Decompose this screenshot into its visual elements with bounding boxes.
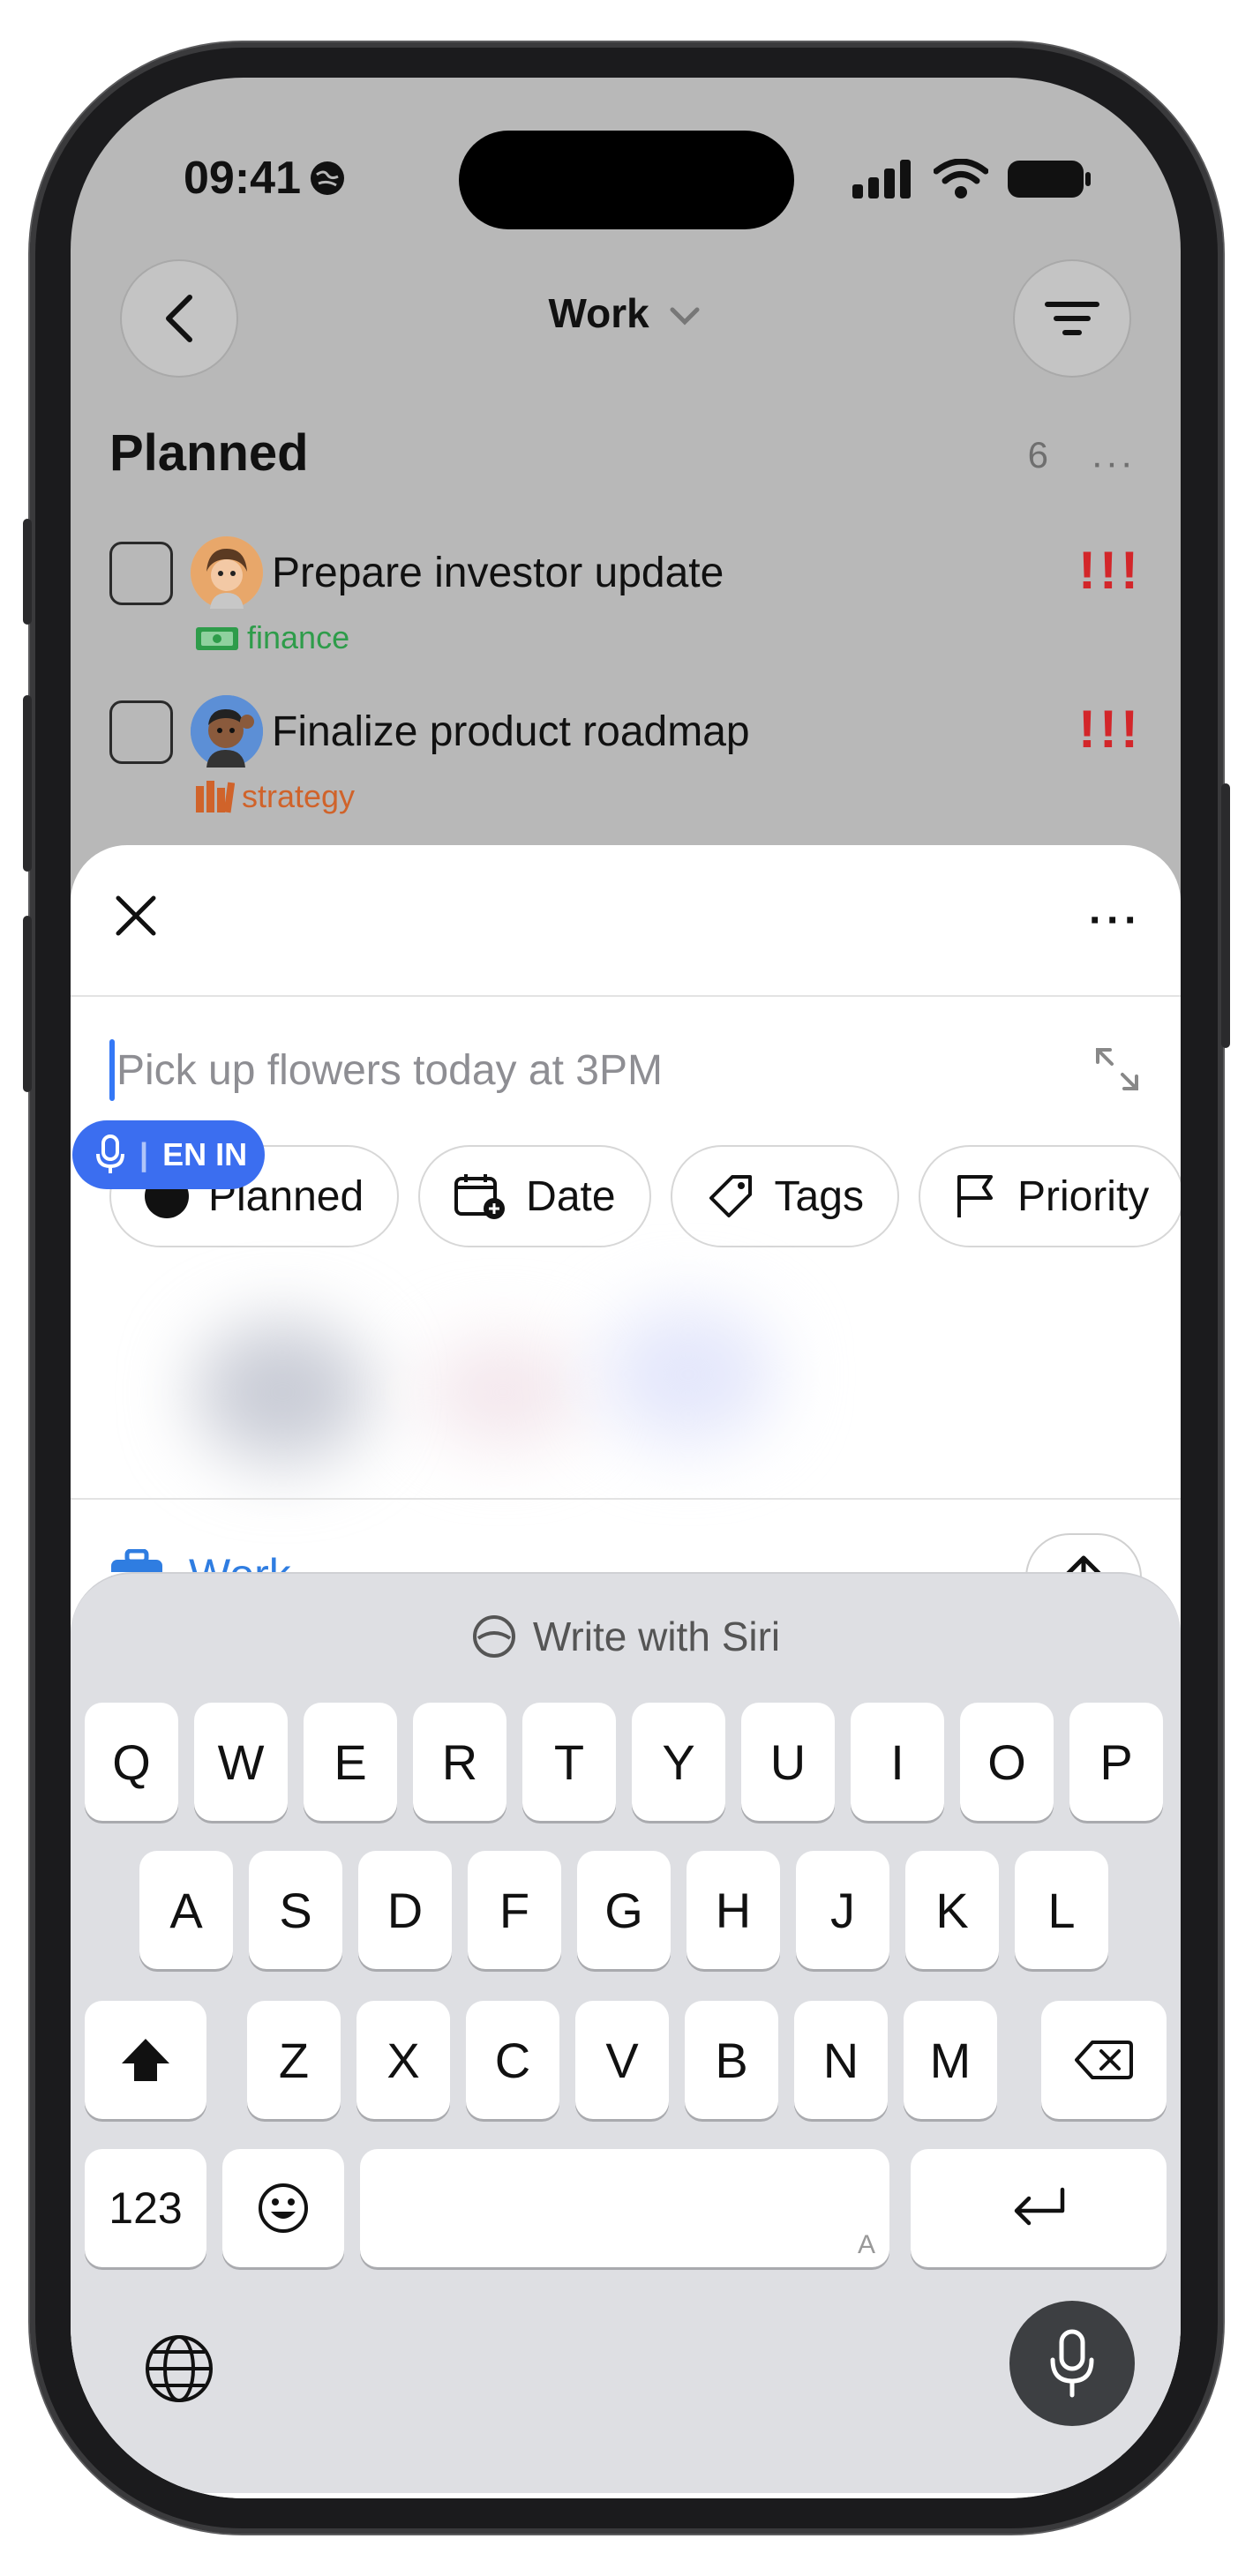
task-row[interactable]: Finalize product roadmap strategy !!! [109, 683, 1142, 824]
key-k[interactable]: K [905, 1851, 999, 1969]
key-d[interactable]: D [358, 1851, 452, 1969]
key-r[interactable]: R [413, 1703, 506, 1821]
write-with-siri-button[interactable]: Write with Siri [71, 1613, 1181, 1660]
blur-decoration [194, 1322, 371, 1463]
filter-lines-icon [1045, 302, 1099, 335]
space-hint: A [857, 2230, 875, 2259]
key-t[interactable]: T [522, 1703, 616, 1821]
microphone-icon [1050, 2329, 1094, 2398]
avatar [191, 695, 263, 768]
attribute-chips: Planned Date Tags Priority [109, 1145, 1181, 1247]
key-a[interactable]: A [139, 1851, 233, 1969]
key-z[interactable]: Z [247, 2001, 341, 2119]
key-g[interactable]: G [577, 1851, 671, 1969]
writing-tools-icon [472, 1615, 515, 1658]
flag-icon [957, 1175, 993, 1217]
chip-tags[interactable]: Tags [670, 1145, 899, 1247]
divider [71, 995, 1181, 997]
money-icon [196, 627, 238, 650]
globe-icon[interactable] [143, 2333, 215, 2405]
microphone-icon [96, 1134, 124, 1173]
key-l[interactable]: L [1015, 1851, 1108, 1969]
memoji-avatar-icon [191, 695, 263, 768]
return-arrow-icon [1014, 2187, 1065, 2226]
volume-down-button [23, 916, 32, 1092]
task-title: Prepare investor update [272, 550, 724, 596]
dictation-language: EN IN [162, 1136, 248, 1172]
blur-decoration [424, 1339, 582, 1445]
status-time: 09:41 [184, 152, 347, 205]
key-o[interactable]: O [960, 1703, 1054, 1821]
section-title: Planned [109, 424, 309, 482]
wifi-icon [934, 159, 988, 198]
key-u[interactable]: U [741, 1703, 835, 1821]
shift-arrow-icon [122, 2039, 169, 2081]
dynamic-island [459, 131, 794, 229]
key-m[interactable]: M [904, 2001, 997, 2119]
key-j[interactable]: J [796, 1851, 889, 1969]
numbers-key[interactable]: 123 [85, 2149, 206, 2267]
key-i[interactable]: I [851, 1703, 944, 1821]
shift-key[interactable] [85, 2001, 206, 2119]
books-icon [196, 781, 235, 813]
backspace-icon [1075, 2041, 1133, 2079]
task-count: 6 [1027, 434, 1048, 476]
status-indicators [852, 159, 1092, 199]
section-more-button[interactable]: ··· [1091, 441, 1135, 485]
key-f[interactable]: F [468, 1851, 561, 1969]
battery-icon [1008, 161, 1091, 198]
avatar [191, 536, 263, 609]
memoji-avatar-icon [191, 536, 263, 609]
volume-up-button [23, 695, 32, 872]
chevron-down-icon [670, 307, 700, 326]
emoji-key[interactable] [222, 2149, 344, 2267]
calendar-add-icon [454, 1174, 506, 1219]
page-title: Work [548, 290, 649, 336]
task-tag[interactable]: finance [194, 619, 349, 656]
emoji-icon [259, 2183, 308, 2233]
dictation-button[interactable] [1009, 2301, 1135, 2426]
priority-indicator: !!! [1078, 700, 1142, 759]
key-p[interactable]: P [1069, 1703, 1163, 1821]
power-button [1221, 783, 1230, 1048]
keyboard: Write with Siri 123 A QWERTYUIOPASDFGHJK… [71, 1572, 1181, 2493]
key-y[interactable]: Y [632, 1703, 725, 1821]
task-input-placeholder: Pick up flowers today at 3PM [116, 1047, 663, 1094]
return-key[interactable] [911, 2149, 1167, 2267]
key-b[interactable]: B [685, 2001, 778, 2119]
key-h[interactable]: H [687, 1851, 780, 1969]
priority-indicator: !!! [1078, 541, 1142, 600]
task-checkbox[interactable] [109, 542, 173, 605]
tag-icon [709, 1175, 752, 1217]
screen: 09:41 Work Planned 6 ··· Prepare investo… [71, 78, 1181, 2498]
key-s[interactable]: S [249, 1851, 342, 1969]
signal-icon [852, 160, 911, 198]
key-x[interactable]: X [356, 2001, 450, 2119]
key-q[interactable]: Q [85, 1703, 178, 1821]
close-icon[interactable] [109, 889, 162, 942]
key-w[interactable]: W [194, 1703, 288, 1821]
expand-icon[interactable] [1092, 1045, 1142, 1094]
divider [71, 1498, 1181, 1500]
key-v[interactable]: V [575, 2001, 669, 2119]
task-title: Finalize product roadmap [272, 708, 750, 755]
dictation-language-pill[interactable]: | EN IN [72, 1120, 265, 1189]
key-c[interactable]: C [466, 2001, 559, 2119]
blur-decoration [600, 1304, 777, 1445]
text-caret [109, 1039, 115, 1101]
key-n[interactable]: N [794, 2001, 888, 2119]
chip-date[interactable]: Date [418, 1145, 651, 1247]
sheet-more-button[interactable]: ··· [1089, 896, 1142, 945]
task-title-input[interactable]: Pick up flowers today at 3PM [109, 1030, 1142, 1110]
task-checkbox[interactable] [109, 700, 173, 764]
task-tag[interactable]: strategy [194, 778, 355, 815]
task-row[interactable]: Prepare investor update finance !!! [109, 524, 1142, 665]
delete-key[interactable] [1041, 2001, 1167, 2119]
filter-button[interactable] [1013, 259, 1131, 378]
space-key[interactable]: A [360, 2149, 889, 2267]
key-e[interactable]: E [304, 1703, 397, 1821]
action-button [23, 519, 32, 625]
location-globe-icon [311, 161, 344, 195]
chip-priority[interactable]: Priority [918, 1145, 1181, 1247]
